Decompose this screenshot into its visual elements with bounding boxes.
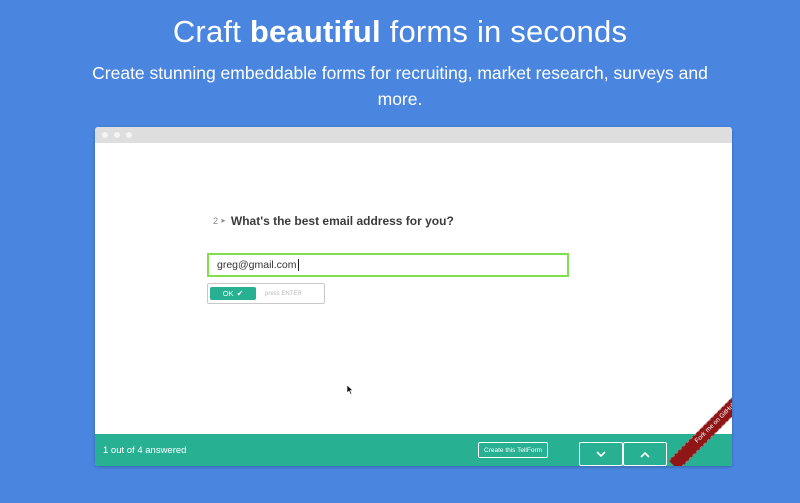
window-dot-icon xyxy=(102,132,108,138)
ok-button[interactable]: OK ✔ xyxy=(210,287,256,300)
chevron-up-icon xyxy=(640,451,650,458)
ok-group: OK ✔ press ENTER xyxy=(207,283,325,304)
check-icon: ✔ xyxy=(236,289,244,298)
headline: Craft beautiful forms in seconds xyxy=(0,14,800,50)
text-caret xyxy=(297,259,299,271)
github-ribbon[interactable]: Fork me on GitHub xyxy=(658,392,732,466)
email-input[interactable]: greg@gmail.com xyxy=(207,253,569,277)
ok-label: OK xyxy=(222,289,234,298)
window-dot-icon xyxy=(114,132,120,138)
mouse-cursor-icon xyxy=(347,385,354,395)
question: 2 ➤ What's the best email address for you… xyxy=(213,214,454,228)
email-value: greg@gmail.com xyxy=(217,259,297,271)
question-number: 2 ➤ xyxy=(213,216,226,226)
headline-pre: Craft xyxy=(172,14,250,49)
next-question-button[interactable] xyxy=(579,442,623,466)
arrow-right-icon: ➤ xyxy=(220,218,226,225)
github-ribbon-label[interactable]: Fork me on GitHub xyxy=(668,392,732,466)
hero: Craft beautiful forms in seconds Create … xyxy=(0,0,800,112)
progress-text: 1 out of 4 answered xyxy=(103,445,187,456)
headline-bold: beautiful xyxy=(249,14,381,49)
window-titlebar xyxy=(95,127,732,143)
headline-post: forms in seconds xyxy=(380,14,628,49)
browser-window: 2 ➤ What's the best email address for you… xyxy=(95,127,732,466)
form-footer: 1 out of 4 answered Create this TellForm xyxy=(95,434,732,466)
enter-hint: press ENTER xyxy=(265,290,302,297)
window-dot-icon xyxy=(126,132,132,138)
question-number-text: 2 xyxy=(213,216,219,226)
question-text: What's the best email address for you? xyxy=(230,214,454,228)
subtitle: Create stunning embeddable forms for rec… xyxy=(92,63,708,109)
chevron-down-icon xyxy=(596,450,606,457)
create-tellform-button[interactable]: Create this TellForm xyxy=(478,442,549,458)
